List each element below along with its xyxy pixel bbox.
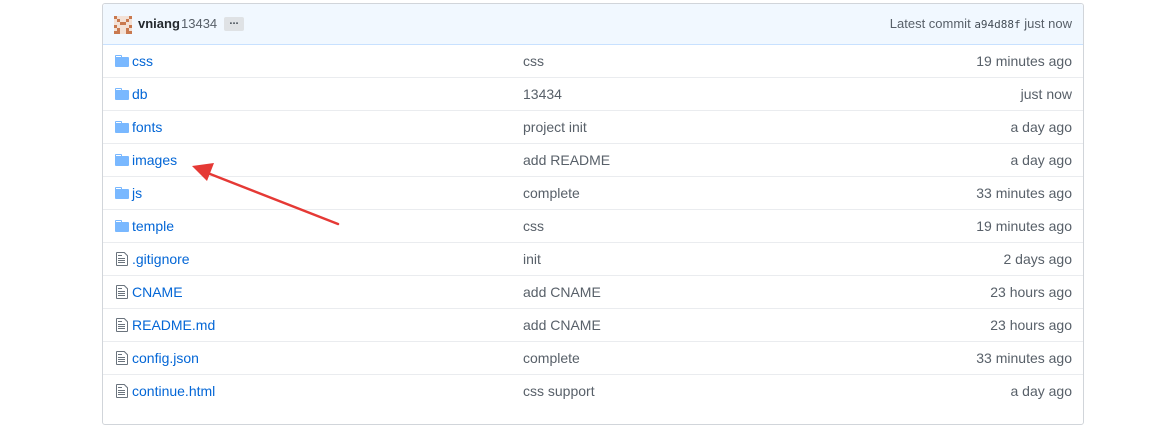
file-rows: css css 19 minutes ago db 13434 just now fonts…	[103, 45, 1083, 407]
file-row: CNAME add CNAME 23 hours ago	[103, 275, 1083, 308]
file-name-link[interactable]: css	[132, 53, 153, 69]
commit-age: 23 hours ago	[990, 284, 1072, 300]
file-name-link[interactable]: db	[132, 86, 148, 102]
commit-age: 19 minutes ago	[976, 218, 1072, 234]
commit-message-link[interactable]: css support	[523, 383, 595, 399]
file-row: js complete 33 minutes ago	[103, 176, 1083, 209]
commit-message-link[interactable]: init	[523, 251, 541, 267]
commit-author[interactable]: vniang	[138, 16, 180, 31]
file-row: README.md add CNAME 23 hours ago	[103, 308, 1083, 341]
commit-age: 2 days ago	[1003, 251, 1073, 267]
file-row: css css 19 minutes ago	[103, 45, 1083, 77]
commit-message-link[interactable]: add README	[523, 152, 610, 168]
commit-message-link[interactable]: complete	[523, 185, 580, 201]
folder-icon	[114, 53, 130, 69]
commit-age: 33 minutes ago	[976, 185, 1072, 201]
commit-age: just now	[1024, 16, 1072, 31]
commit-age: a day ago	[1010, 119, 1073, 135]
file-row: fonts project init a day ago	[103, 110, 1083, 143]
commit-sha-link[interactable]: a94d88f	[974, 18, 1020, 31]
commit-message-link[interactable]: 13434	[523, 86, 562, 102]
file-name-link[interactable]: fonts	[132, 119, 162, 135]
file-icon	[114, 251, 130, 267]
file-row: config.json complete 33 minutes ago	[103, 341, 1083, 374]
commit-message-link[interactable]: add CNAME	[523, 317, 601, 333]
file-icon	[114, 350, 130, 366]
commit-age: 19 minutes ago	[976, 53, 1072, 69]
file-name-link[interactable]: CNAME	[132, 284, 183, 300]
folder-icon	[114, 152, 130, 168]
commit-age: just now	[1020, 86, 1072, 102]
commit-message[interactable]: 13434	[181, 16, 217, 31]
commit-message-link[interactable]: css	[523, 218, 544, 234]
file-icon	[114, 284, 130, 300]
file-name-link[interactable]: continue.html	[132, 383, 215, 399]
file-row: .gitignore init 2 days ago	[103, 242, 1083, 275]
file-row: temple css 19 minutes ago	[103, 209, 1083, 242]
commit-message-link[interactable]: css	[523, 53, 544, 69]
file-icon	[114, 317, 130, 333]
folder-icon	[114, 218, 130, 234]
file-name-link[interactable]: js	[132, 185, 142, 201]
expand-commit-button[interactable]: ...	[224, 16, 244, 31]
file-name-link[interactable]: images	[132, 152, 177, 168]
file-name-link[interactable]: .gitignore	[132, 251, 190, 267]
file-name-link[interactable]: config.json	[132, 350, 199, 366]
latest-commit-label: Latest commit	[889, 16, 971, 31]
author-avatar[interactable]	[114, 16, 132, 34]
file-list: vniang 13434 ... Latest commit a94d88f j…	[102, 3, 1084, 425]
commit-age: 33 minutes ago	[976, 350, 1072, 366]
commit-message-link[interactable]: complete	[523, 350, 580, 366]
commit-age: 23 hours ago	[990, 317, 1072, 333]
file-row: continue.html css support a day ago	[103, 374, 1083, 407]
folder-icon	[114, 119, 130, 135]
file-name-link[interactable]: README.md	[132, 317, 215, 333]
latest-commit-bar: vniang 13434 ... Latest commit a94d88f j…	[103, 4, 1083, 45]
file-row: db 13434 just now	[103, 77, 1083, 110]
file-row: images add README a day ago	[103, 143, 1083, 176]
file-name-link[interactable]: temple	[132, 218, 174, 234]
commit-info: Latest commit a94d88f just now	[890, 16, 1072, 31]
folder-icon	[114, 86, 130, 102]
commit-age: a day ago	[1010, 152, 1073, 168]
file-icon	[114, 383, 130, 399]
commit-age: a day ago	[1010, 383, 1073, 399]
commit-message-link[interactable]: add CNAME	[523, 284, 601, 300]
commit-message-link[interactable]: project init	[523, 119, 587, 135]
folder-icon	[114, 185, 130, 201]
